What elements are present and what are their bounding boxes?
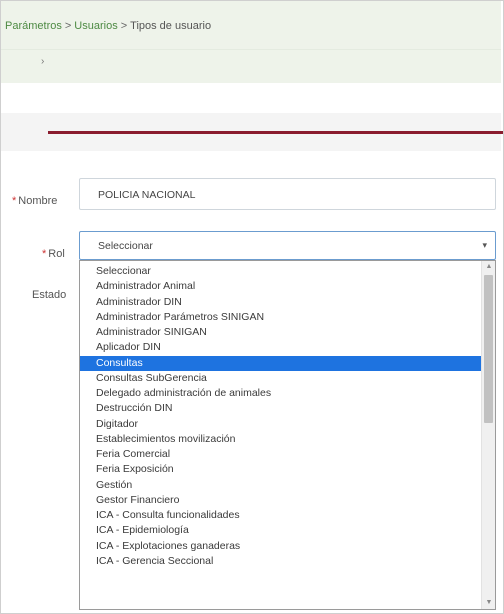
- dropdown-option[interactable]: Administrador SINIGAN: [80, 325, 482, 340]
- breadcrumb-link-usuarios[interactable]: Usuarios: [74, 20, 117, 32]
- dropdown-scrollbar[interactable]: ▲ ▼: [481, 261, 495, 609]
- dropdown-option[interactable]: Consultas SubGerencia: [80, 371, 482, 386]
- chevron-down-icon[interactable]: ▾: [482, 240, 487, 251]
- dropdown-option[interactable]: ICA - Gerencia Seccional: [80, 554, 482, 569]
- dropdown-option[interactable]: Administrador Animal: [80, 279, 482, 294]
- section-divider-band: [1, 113, 503, 151]
- dropdown-option[interactable]: Feria Comercial: [80, 447, 482, 462]
- scroll-thumb[interactable]: [484, 275, 493, 423]
- breadcrumb-link-parametros[interactable]: Parámetros: [5, 20, 62, 32]
- dropdown-option[interactable]: Administrador DIN: [80, 295, 482, 310]
- dropdown-option[interactable]: Administrador Parámetros SINIGAN: [80, 310, 482, 325]
- breadcrumb-current: Tipos de usuario: [130, 20, 212, 32]
- required-mark: *: [12, 195, 17, 207]
- breadcrumb: Parámetros > Usuarios > Tipos de usuario: [5, 20, 501, 32]
- breadcrumb-bar: Parámetros > Usuarios > Tipos de usuario: [1, 1, 501, 49]
- scroll-up-icon[interactable]: ▲: [482, 261, 495, 273]
- dropdown-option[interactable]: Digitador: [80, 417, 482, 432]
- rol-select-value: Seleccionar: [98, 240, 153, 252]
- dropdown-option[interactable]: Destrucción DIN: [80, 401, 482, 416]
- sub-header-bar: ›: [1, 49, 501, 83]
- nombre-label: * Nombre: [12, 195, 57, 207]
- dropdown-option[interactable]: Gestor Financiero: [80, 493, 482, 508]
- scroll-down-icon[interactable]: ▼: [482, 597, 495, 609]
- dropdown-options: Seleccionar Administrador Animal Administr…: [80, 264, 482, 569]
- dropdown-option[interactable]: ICA - Epidemiología: [80, 523, 482, 538]
- accent-divider-line: [48, 131, 503, 134]
- nombre-label-text: Nombre: [18, 195, 58, 207]
- dropdown-option[interactable]: Aplicador DIN: [80, 340, 482, 355]
- estado-label: Estado: [32, 289, 67, 301]
- rol-label: * Rol: [42, 248, 65, 260]
- dropdown-option[interactable]: Gestión: [80, 478, 482, 493]
- required-mark: *: [42, 248, 47, 260]
- chevron-right-icon[interactable]: ›: [41, 56, 44, 67]
- nombre-input[interactable]: POLICIA NACIONAL: [79, 178, 496, 210]
- dropdown-option[interactable]: Delegado administración de animales: [80, 386, 482, 401]
- dropdown-option[interactable]: Seleccionar: [80, 264, 482, 279]
- rol-label-text: Rol: [48, 248, 65, 260]
- breadcrumb-separator: >: [120, 20, 128, 32]
- rol-dropdown-list[interactable]: Seleccionar Administrador Animal Administr…: [79, 260, 496, 610]
- dropdown-option[interactable]: ICA - Explotaciones ganaderas: [80, 539, 482, 554]
- dropdown-option[interactable]: ICA - Consulta funcionalidades: [80, 508, 482, 523]
- dropdown-option[interactable]: Feria Exposición: [80, 462, 482, 477]
- rol-select[interactable]: Seleccionar ▾: [79, 231, 496, 260]
- dropdown-option[interactable]: Establecimientos movilización: [80, 432, 482, 447]
- breadcrumb-separator: >: [64, 20, 72, 32]
- dropdown-option[interactable]: Consultas: [80, 355, 482, 371]
